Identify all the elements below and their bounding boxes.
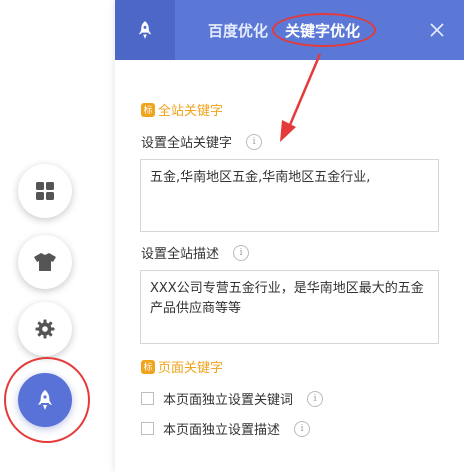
section-title-text: 全站关键字 bbox=[158, 104, 224, 119]
site-keywords-section-title: 标 全站关键字 bbox=[141, 100, 223, 119]
info-icon[interactable]: i bbox=[246, 133, 263, 150]
checkbox[interactable] bbox=[141, 392, 154, 405]
checkbox[interactable] bbox=[141, 422, 154, 435]
gear-icon bbox=[35, 319, 55, 339]
info-icon[interactable]: i bbox=[233, 244, 250, 261]
info-icon[interactable]: i bbox=[307, 390, 324, 407]
site-description-label-text: 设置全站描述 bbox=[141, 247, 220, 262]
site-keyword-textarea[interactable]: 五金,华南地区五金,华南地区五金行业, bbox=[140, 159, 439, 232]
tshirt-icon bbox=[34, 253, 56, 271]
annotation-arrow bbox=[280, 53, 322, 142]
info-icon[interactable]: i bbox=[294, 420, 311, 437]
annotation-circle bbox=[4, 357, 90, 443]
site-keyword-label: 设置全站关键字 i bbox=[141, 132, 263, 151]
page-description-option[interactable]: 本页面独立设置描述 i bbox=[141, 419, 311, 438]
site-keyword-label-text: 设置全站关键字 bbox=[141, 136, 233, 151]
option-label: 本页面独立设置关键词 bbox=[163, 393, 294, 408]
page-keywords-section-title: 标 页面关键字 bbox=[141, 357, 223, 376]
tag-icon: 标 bbox=[141, 359, 155, 374]
section-title-text: 页面关键字 bbox=[158, 361, 224, 376]
apps-button[interactable] bbox=[18, 164, 72, 218]
header-icon-box bbox=[115, 0, 175, 60]
tag-icon: 标 bbox=[141, 102, 155, 117]
close-icon[interactable] bbox=[428, 21, 446, 39]
annotation-ellipse bbox=[272, 13, 376, 47]
page-keyword-option[interactable]: 本页面独立设置关键词 i bbox=[141, 389, 324, 408]
rocket-icon bbox=[138, 21, 152, 39]
site-description-label: 设置全站描述 i bbox=[141, 243, 250, 262]
settings-button[interactable] bbox=[18, 302, 72, 356]
tab-baidu-optimize[interactable]: 百度优化 bbox=[208, 20, 268, 41]
grid-icon bbox=[36, 182, 54, 200]
theme-button[interactable] bbox=[18, 235, 72, 289]
option-label: 本页面独立设置描述 bbox=[163, 423, 281, 438]
site-description-textarea[interactable]: XXX公司专营五金行业，是华南地区最大的五金产品供应商等等 bbox=[140, 270, 439, 344]
